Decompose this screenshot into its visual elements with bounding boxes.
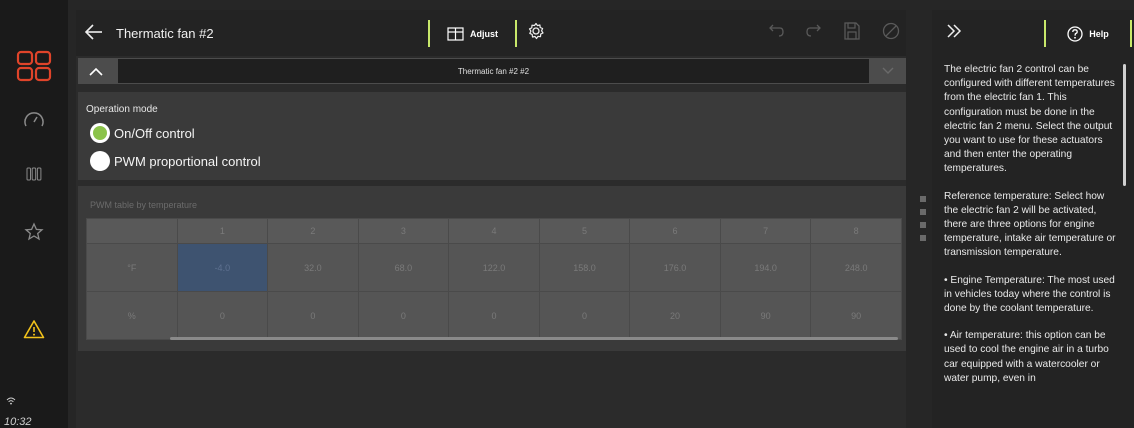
pwm-table-section: PWM table by temperature 1 2 3 4 5 6 7 8… [78,186,906,351]
redo-icon[interactable] [806,24,824,43]
table-row: % 0 0 0 0 0 20 90 90 [86,291,902,340]
table-cell[interactable]: 68.0 [357,243,450,292]
column-header: 8 [810,218,902,244]
column-header: 4 [448,218,540,244]
page-title: Thermatic fan #2 [116,26,214,41]
cancel-icon[interactable] [882,22,900,45]
save-icon[interactable] [844,22,860,45]
radio-unselected-icon [90,151,110,171]
favorites-star-icon[interactable] [0,220,68,244]
modules-icon[interactable] [0,162,68,186]
help-paragraph: Reference temperature: Select how the el… [944,190,1116,259]
selector-bar: Thermatic fan #2 #2 [78,58,906,84]
table-cell[interactable]: 20 [629,291,721,340]
corner-cell [86,218,178,244]
table-cell[interactable]: 0 [448,291,540,340]
help-paragraph: • Engine Temperature: The most used in v… [944,274,1115,315]
table-cell[interactable]: 194.0 [719,243,812,292]
help-button[interactable]: Help [1044,20,1132,47]
help-panel: Help The electric fan 2 control can be c… [932,10,1134,428]
horizontal-scrollbar[interactable] [170,337,898,340]
left-rail: 10:32 [0,0,68,428]
help-paragraph: The electric fan 2 control can be config… [944,64,1115,175]
app-root: 10:32 Thermatic fan #2 Adjust Thermatic … [0,0,1134,428]
pwm-table-label: PWM table by temperature [90,200,198,210]
wifi-icon [6,392,16,410]
row-header: % [86,291,178,340]
radio-pwm-control[interactable]: PWM proportional control [90,151,261,171]
column-header: 7 [719,218,812,244]
help-top-bar: Help [932,10,1134,52]
column-header: 2 [267,218,359,244]
operation-mode-section: Operation mode On/Off control PWM propor… [78,92,906,180]
radio-onoff-control[interactable]: On/Off control [90,123,195,143]
top-bar: Thermatic fan #2 Adjust [76,10,906,56]
help-paragraph: • Air temperature: this option can be us… [944,330,1109,384]
main-panel: Thermatic fan #2 Adjust Thermatic fan #2… [76,10,906,428]
undo-icon[interactable] [766,24,784,43]
column-header: 3 [357,218,450,244]
radio-label: On/Off control [114,125,195,141]
panel-drag-handle[interactable] [920,196,926,248]
back-arrow-icon[interactable] [84,23,104,46]
table-cell[interactable]: 90 [719,291,812,340]
chevron-down-icon[interactable] [877,62,899,80]
table-cell[interactable]: 0 [267,291,359,340]
vertical-scrollbar[interactable] [1123,64,1126,186]
table-cell[interactable]: 0 [357,291,450,340]
gear-icon[interactable] [527,22,545,45]
table-cell[interactable]: 248.0 [810,243,902,292]
radio-selected-icon [90,123,110,143]
table-row: °F -4.0 32.0 68.0 122.0 158.0 176.0 194.… [86,243,902,292]
help-text: The electric fan 2 control can be config… [944,63,1120,399]
table-cell[interactable]: 122.0 [448,243,540,292]
double-chevron-right-icon[interactable] [946,24,962,43]
table-cell[interactable]: 90 [810,291,902,340]
pwm-table: 1 2 3 4 5 6 7 8 °F -4.0 32.0 68.0 122.0 … [86,218,902,340]
warning-icon[interactable] [0,314,68,344]
row-header: °F [86,243,178,292]
question-circle-icon [1067,25,1083,42]
operation-mode-label: Operation mode [86,104,158,115]
help-label: Help [1089,28,1109,39]
adjust-label: Adjust [470,28,498,39]
table-cell[interactable]: 32.0 [267,243,359,292]
gauge-icon[interactable] [0,108,68,132]
table-icon [447,26,464,41]
table-header-row: 1 2 3 4 5 6 7 8 [86,218,902,244]
radio-label: PWM proportional control [114,153,261,169]
chevron-up-icon[interactable] [78,58,114,84]
table-cell[interactable]: 0 [176,291,269,340]
column-header: 6 [629,218,721,244]
table-cell-selected[interactable]: -4.0 [176,243,269,292]
table-cell[interactable]: 158.0 [538,243,631,292]
clock-time: 10:32 [4,416,32,428]
column-header: 5 [538,218,631,244]
adjust-button[interactable]: Adjust [428,20,517,47]
column-header: 1 [176,218,269,244]
table-cell[interactable]: 0 [538,291,631,340]
table-cell[interactable]: 176.0 [629,243,721,292]
dashboards-icon[interactable] [0,46,68,86]
fan-selector[interactable]: Thermatic fan #2 #2 [118,59,869,83]
